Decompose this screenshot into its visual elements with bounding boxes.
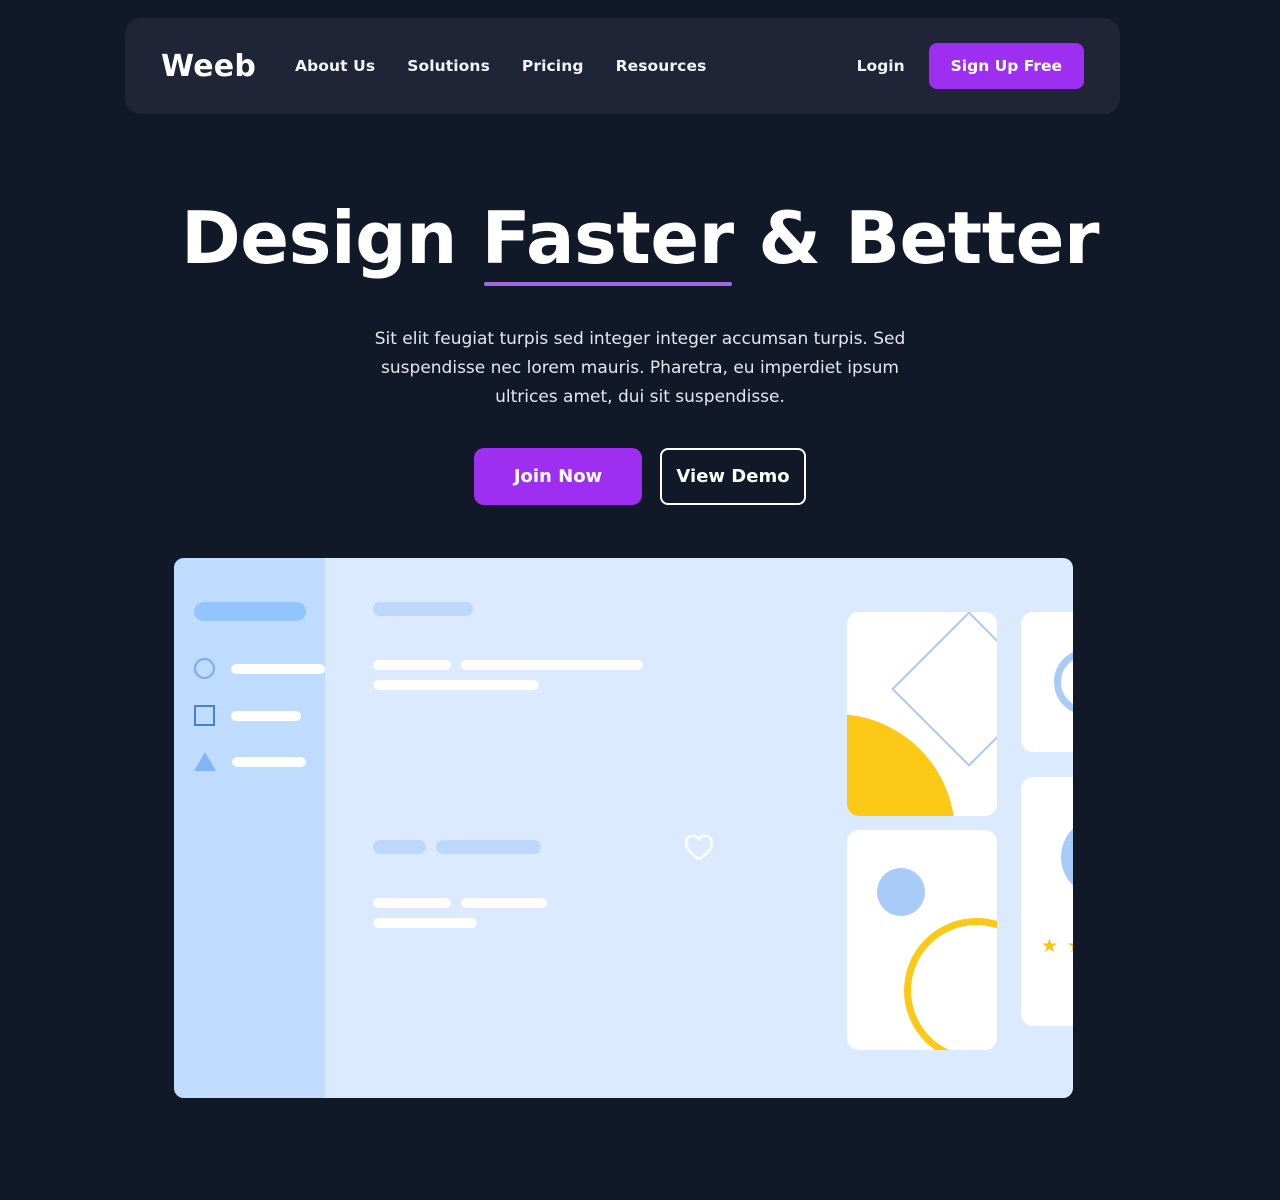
sidebar-logo-placeholder bbox=[194, 602, 306, 621]
product-illustration: ★ ★ ★ ★ ★ bbox=[174, 558, 1073, 1098]
triangle-icon bbox=[194, 752, 216, 771]
content-line-placeholder bbox=[461, 660, 643, 670]
main-navigation: About Us Solutions Pricing Resources bbox=[295, 57, 706, 75]
circle-icon bbox=[194, 658, 215, 679]
hero-cta-row: Join Now View Demo bbox=[0, 447, 1280, 505]
hero-title-highlight: Faster bbox=[481, 196, 734, 286]
hero-section: Design Faster & Better Sit elit feugiat … bbox=[0, 196, 1280, 505]
star-rating: ★ ★ ★ ★ ★ bbox=[1041, 937, 1073, 956]
star-icon: ★ bbox=[1067, 937, 1073, 956]
landing-page: Weeb About Us Solutions Pricing Resource… bbox=[0, 0, 1280, 1200]
hero-title-part-2: & Better bbox=[733, 196, 1099, 280]
nav-link-solutions[interactable]: Solutions bbox=[407, 57, 490, 75]
sidebar-label-placeholder bbox=[231, 663, 325, 674]
illustration-sidebar bbox=[174, 558, 325, 1098]
illustration-main-area: ★ ★ ★ ★ ★ bbox=[325, 558, 1073, 1098]
sidebar-item-triangle bbox=[194, 752, 306, 771]
brand-logo[interactable]: Weeb bbox=[161, 49, 256, 84]
nav-link-resources[interactable]: Resources bbox=[616, 57, 707, 75]
view-demo-button[interactable]: View Demo bbox=[660, 447, 806, 505]
illustration-card-diamond bbox=[847, 612, 997, 816]
join-now-button[interactable]: Join Now bbox=[474, 447, 642, 505]
header-actions: Login Sign Up Free bbox=[857, 43, 1084, 89]
nav-link-pricing[interactable]: Pricing bbox=[522, 57, 584, 75]
heart-icon bbox=[684, 834, 714, 861]
content-line-placeholder bbox=[373, 918, 477, 928]
page-title: Design Faster & Better bbox=[0, 196, 1280, 286]
illustration-card-arc bbox=[847, 830, 997, 1050]
blue-circle-shape bbox=[1061, 817, 1073, 897]
content-line-placeholder bbox=[461, 898, 547, 908]
square-icon bbox=[194, 705, 215, 726]
sidebar-item-circle bbox=[194, 658, 325, 679]
login-link[interactable]: Login bbox=[857, 57, 905, 75]
blue-circle-shape bbox=[877, 868, 925, 916]
content-tag-placeholder bbox=[436, 840, 541, 854]
content-heading-placeholder bbox=[373, 602, 473, 616]
content-line-placeholder bbox=[373, 898, 451, 908]
content-line-placeholder bbox=[373, 660, 451, 670]
star-icon: ★ bbox=[1041, 935, 1059, 957]
sidebar-label-placeholder bbox=[231, 710, 301, 721]
sign-up-free-button[interactable]: Sign Up Free bbox=[928, 43, 1084, 89]
sidebar-item-square bbox=[194, 705, 301, 726]
illustration-card-rating: ★ ★ ★ ★ ★ bbox=[1021, 777, 1073, 1026]
content-line-placeholder bbox=[373, 680, 539, 690]
site-header: Weeb About Us Solutions Pricing Resource… bbox=[125, 18, 1120, 114]
yellow-arc-shape bbox=[904, 918, 997, 1050]
blue-ring-shape bbox=[1054, 649, 1073, 715]
hero-subtitle: Sit elit feugiat turpis sed integer inte… bbox=[374, 328, 906, 407]
nav-link-about-us[interactable]: About Us bbox=[295, 57, 375, 75]
illustration-card-ring bbox=[1021, 612, 1073, 752]
content-tag-placeholder bbox=[373, 840, 426, 854]
sidebar-label-placeholder bbox=[232, 756, 306, 767]
hero-title-part-1: Design bbox=[181, 196, 482, 280]
